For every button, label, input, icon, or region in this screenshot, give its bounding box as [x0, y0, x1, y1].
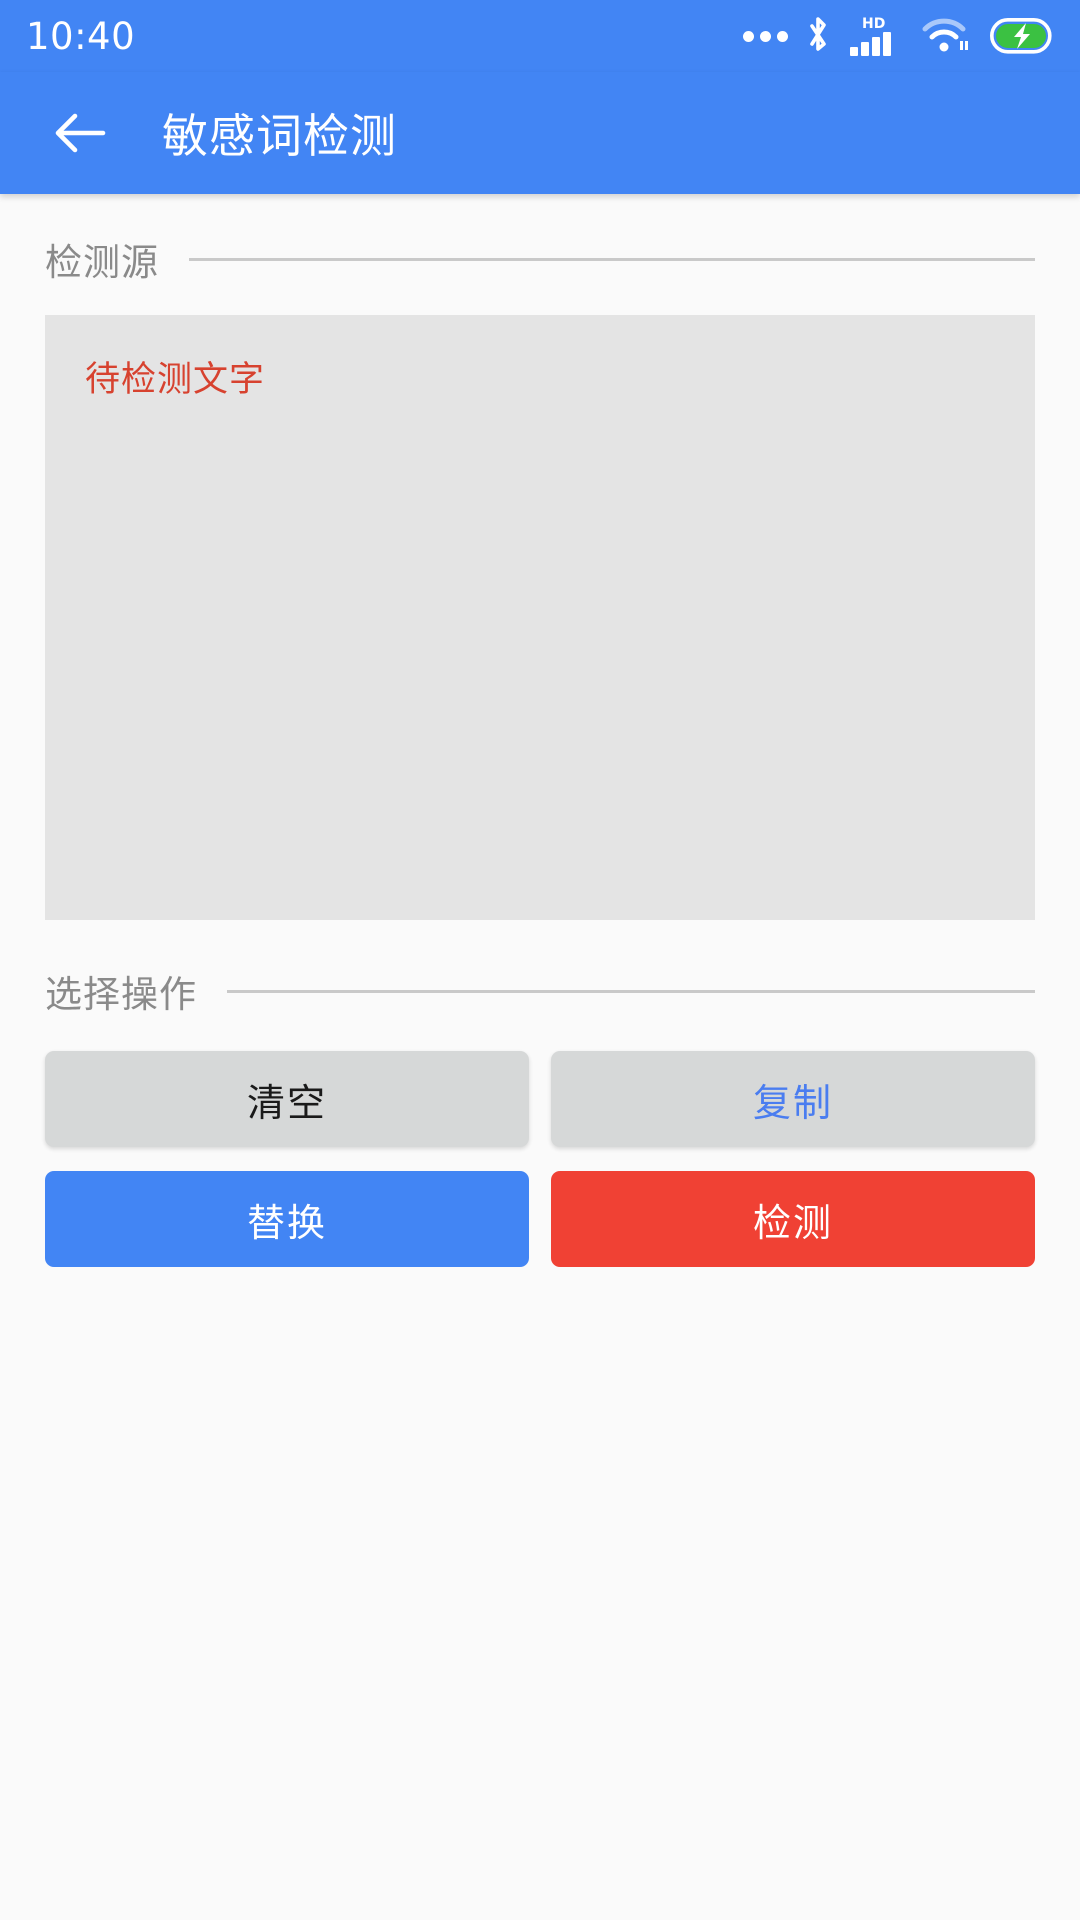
page-title: 敏感词检测	[162, 109, 397, 163]
back-arrow-icon	[55, 113, 106, 153]
clear-button[interactable]: 清空	[45, 1051, 529, 1147]
page-content: 检测源 待检测文字 选择操作 清空 复制 替换 检测	[0, 194, 1080, 1920]
battery-charging-icon	[990, 18, 1052, 54]
wifi-icon	[921, 15, 973, 57]
operations-section-label: 选择操作	[45, 973, 197, 1016]
back-button[interactable]	[42, 95, 118, 171]
svg-text:HD: HD	[862, 16, 885, 32]
more-notifications-icon	[743, 30, 788, 42]
hd-signal-icon: HD	[848, 14, 904, 58]
operations-button-grid: 清空 复制 替换 检测	[45, 1051, 1035, 1267]
source-section-header: 检测源	[45, 194, 1035, 286]
status-clock: 10:40	[26, 14, 136, 58]
source-textarea[interactable]: 待检测文字	[45, 315, 1035, 920]
app-bar: 敏感词检测	[0, 72, 1080, 194]
copy-button[interactable]: 复制	[551, 1051, 1035, 1147]
detect-button[interactable]: 检测	[551, 1171, 1035, 1267]
source-section-label: 检测源	[45, 241, 159, 284]
status-bar: 10:40 HD	[0, 0, 1080, 72]
operations-section-divider	[227, 989, 1035, 993]
source-placeholder-text: 待检测文字	[85, 360, 266, 400]
status-icon-tray: HD	[743, 14, 1052, 58]
bluetooth-icon	[805, 16, 831, 56]
replace-button[interactable]: 替换	[45, 1171, 529, 1267]
operations-section-header: 选择操作	[45, 964, 1035, 1018]
source-section-divider	[189, 257, 1035, 261]
